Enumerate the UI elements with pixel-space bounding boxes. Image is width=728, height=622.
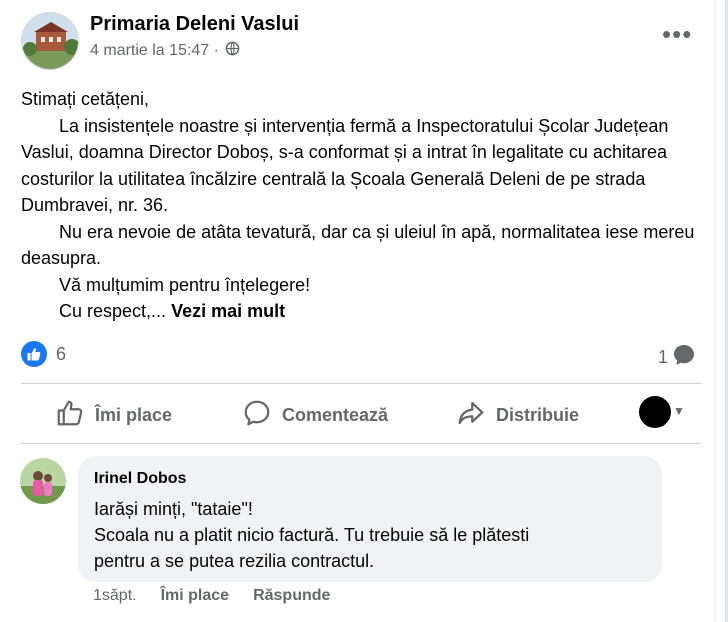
post-text: Stimați cetățeni, La insistențele noastr… (21, 86, 711, 325)
comment-line: Iarăși minți, "tataie"! (94, 499, 253, 519)
comment-time[interactable]: 1săpt. (93, 587, 137, 605)
thumbs-up-icon (55, 398, 85, 433)
share-button[interactable]: Distribuie (456, 398, 579, 433)
comment-author[interactable]: Irinel Dobos (94, 470, 186, 488)
comment-line: pentru a se putea rezilia contractul. (94, 551, 375, 571)
post-timestamp[interactable]: 4 martie la 15:47 · (90, 42, 219, 60)
comment-text: Iarăși minți, "tataie"! Scoala nu a plat… (94, 496, 529, 574)
comment-button[interactable]: Comentează (242, 398, 388, 433)
commenter-avatar[interactable] (20, 458, 66, 504)
divider-top (21, 383, 701, 384)
scroll-track (715, 0, 716, 622)
comments-count: 1 (658, 347, 669, 367)
closing-text: Cu respect,... (59, 301, 167, 321)
comments-count-link[interactable]: 1 (658, 343, 696, 372)
share-icon (456, 398, 486, 433)
like-reaction-icon (21, 341, 47, 367)
paragraph-3: Vă mulțumim pentru înțelegere! (59, 274, 311, 295)
comment-like-button[interactable]: Îmi place (161, 587, 229, 605)
greeting: Stimați cetățeni, (21, 89, 150, 109)
comment-meta: 1săpt. Îmi place Răspunde (93, 587, 330, 605)
page-name[interactable]: Primaria Deleni Vaslui (90, 13, 299, 36)
comment-line: Scoala nu a platit nicio factură. Tu tre… (94, 525, 530, 545)
post-actions-bar: Îmi place Comentează Distribuie ▼ (0, 392, 728, 436)
like-button[interactable]: Îmi place (55, 398, 172, 433)
comment-reply-button[interactable]: Răspunde (253, 587, 330, 605)
see-more-link[interactable]: Vezi mai mult (171, 301, 285, 321)
page-avatar[interactable] (21, 12, 79, 70)
caret-down-icon[interactable]: ▼ (673, 404, 685, 418)
divider-bottom (21, 443, 701, 444)
like-label: Îmi place (95, 405, 173, 425)
more-options-icon[interactable]: ••• (662, 21, 692, 47)
comment-icon (242, 398, 272, 433)
comment-bubble: Irinel Dobos Iarăși minți, "tataie"! Sco… (78, 456, 662, 582)
paragraph-4: Cu respect,... Vezi mai mult (21, 298, 711, 325)
reactions-count: 6 (56, 343, 67, 364)
reactions-summary[interactable]: 6 (21, 341, 66, 367)
comment-label: Comentează (282, 405, 389, 425)
share-label: Distribuie (496, 405, 580, 425)
comment-bubble-icon (672, 343, 696, 372)
post-meta: 4 martie la 15:47 · (90, 41, 240, 61)
paragraph-2: Nu era nevoie de atâta tevatură, dar ca … (21, 221, 695, 269)
paragraph-1: La insistențele noastre și intervenția f… (21, 115, 669, 216)
profile-selector-avatar[interactable] (639, 396, 671, 428)
globe-icon (225, 41, 240, 61)
